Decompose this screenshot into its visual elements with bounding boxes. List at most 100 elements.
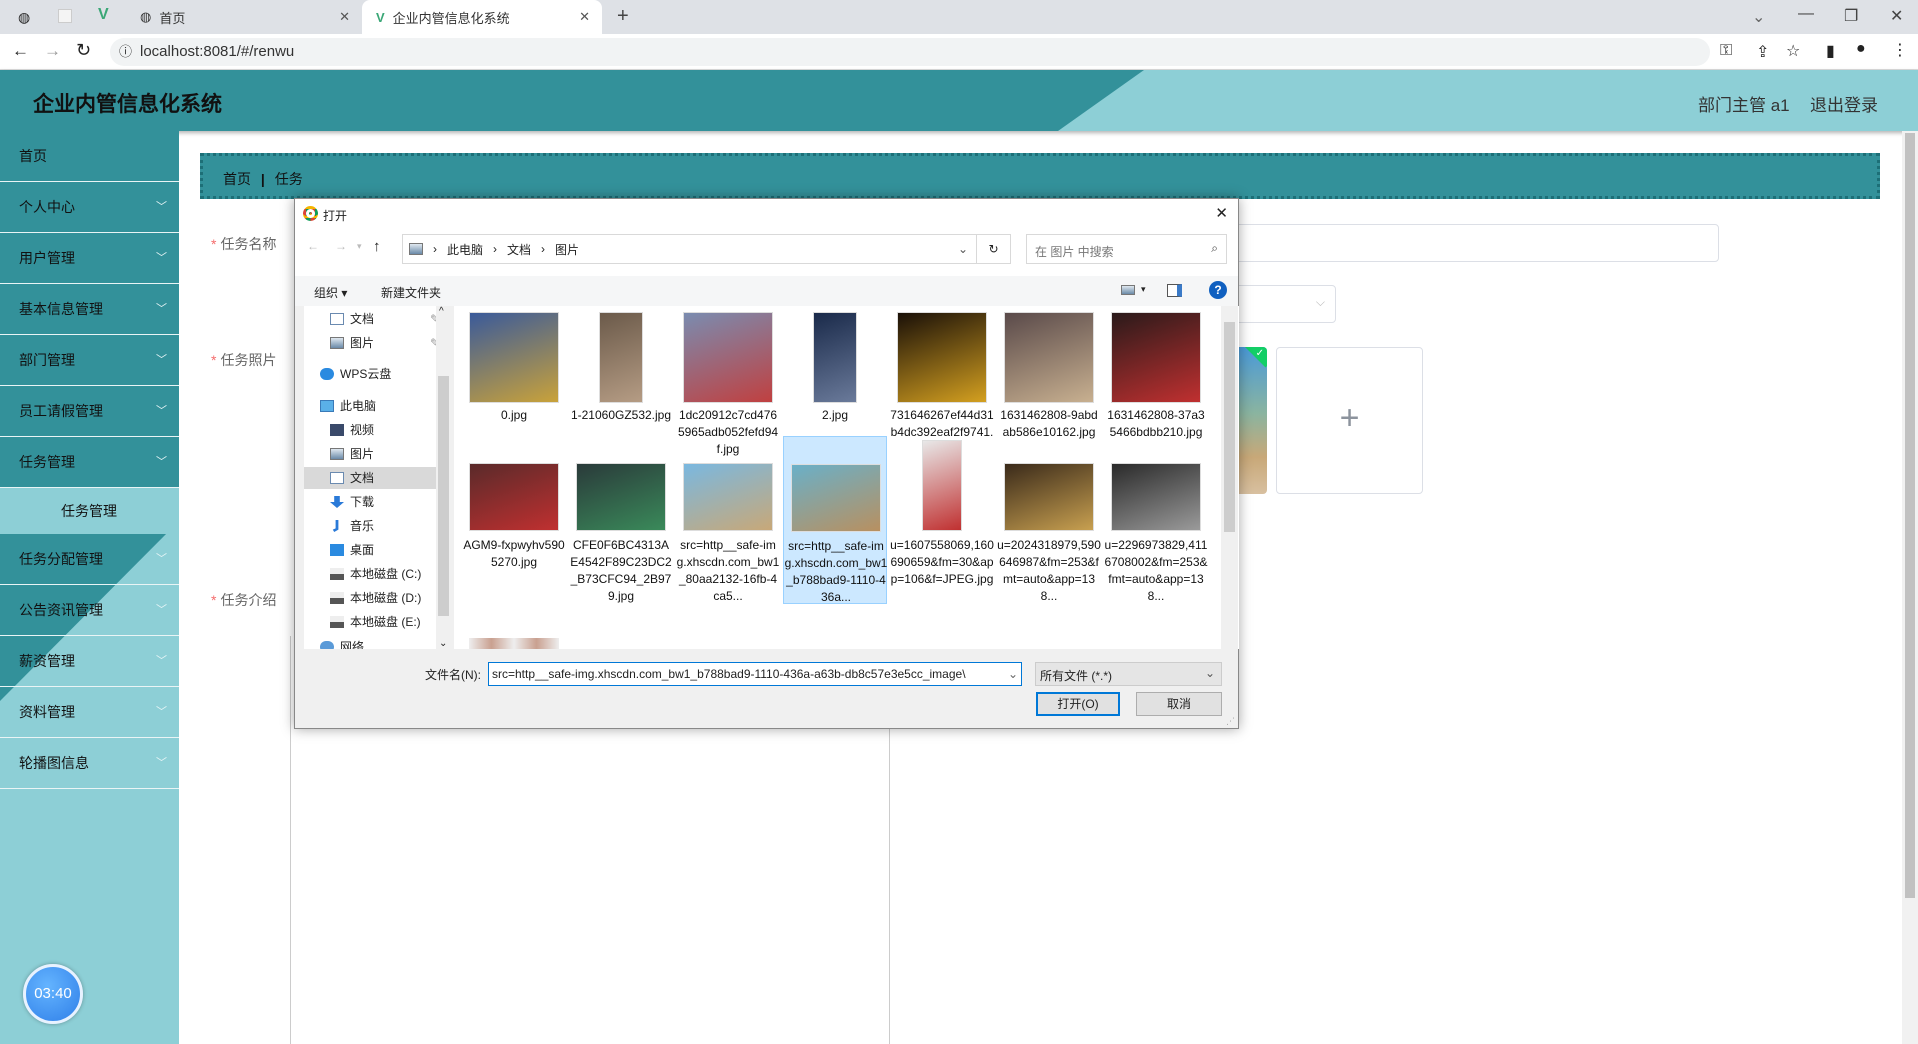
view-icon[interactable] (1121, 285, 1135, 295)
up-icon[interactable]: ↑ (373, 238, 381, 255)
chevron-down-icon[interactable]: ⌄ (958, 242, 968, 256)
file-item[interactable]: CFE0F6BC4313AE4542F89C23DC2_B73CFC94_2B9… (569, 436, 673, 604)
file-item[interactable]: u=1607558069,160690659&fm=30&app=106&f=J… (890, 436, 994, 604)
tab-system[interactable]: V 企业内管信息化系统 ✕ (362, 0, 602, 34)
filename-input[interactable]: src=http__safe-img.xhscdn.com_bw1_b788ba… (488, 662, 1022, 686)
key-icon[interactable]: ⚿ (1720, 42, 1732, 60)
nav-label: 本地磁盘 (C:) (350, 567, 422, 581)
sidebar-item[interactable]: 首页 (0, 131, 179, 182)
sidebar-item[interactable]: 员工请假管理 ﹀ (0, 386, 179, 437)
file-item[interactable]: AGM9-fxpwyhv5905270.jpg (462, 436, 566, 604)
url-input[interactable]: ⓘ localhost:8081/#/renwu (110, 38, 1710, 66)
file-item[interactable]: u=2024318979,590646987&fm=253&fmt=auto&a… (997, 436, 1101, 604)
restore-button[interactable]: ❐ (1844, 6, 1858, 26)
sidebar-item[interactable]: 部门管理 ﹀ (0, 335, 179, 386)
tab-search-icon[interactable]: ⌄ (1752, 7, 1765, 27)
scrollbar-thumb[interactable] (1905, 133, 1915, 898)
timer-badge[interactable]: 03:40 (23, 964, 83, 1024)
path-segment[interactable]: 文档 (507, 241, 531, 258)
path-segment[interactable]: 图片 (555, 241, 579, 258)
nav-item[interactable]: 本地磁盘 (E:) (330, 611, 421, 633)
share-icon[interactable]: ⇪ (1756, 42, 1769, 62)
file-scrollbar[interactable] (1221, 306, 1238, 649)
nav-item[interactable]: 下载 (330, 491, 374, 513)
nav-item[interactable]: 图片 (330, 443, 374, 465)
path-bar[interactable]: › 此电脑 › 文档 › 图片 ⌄ (402, 234, 977, 264)
nav-item[interactable]: 网络 (320, 636, 364, 649)
organize-button[interactable]: 组织 ▾ (314, 284, 347, 301)
preview-pane-icon[interactable] (1167, 284, 1182, 297)
file-item[interactable]: src=http__safe-img.xhscdn.com_bw1_b788ba… (783, 436, 887, 604)
back-icon[interactable]: ← (307, 239, 319, 253)
nav-scrollbar[interactable]: ^ ⌄ (436, 306, 451, 649)
file-item[interactable]: u=2296973829,4116708002&fm=253&fmt=auto&… (1104, 436, 1208, 604)
star-icon[interactable]: ☆ (1786, 41, 1800, 61)
scroll-up-icon[interactable]: ^ (439, 306, 444, 317)
file-type-select[interactable]: 所有文件 (*.*) ⌄ (1035, 662, 1222, 686)
scrollbar-thumb[interactable] (438, 376, 449, 616)
tab-home[interactable]: ◍ 首页 ✕ (132, 0, 362, 34)
help-icon[interactable]: ? (1209, 281, 1227, 299)
sidebar-item[interactable]: 用户管理 ﹀ (0, 233, 179, 284)
logout-button[interactable]: 退出登录 (1810, 91, 1878, 116)
globe-icon[interactable]: ◍ (18, 9, 30, 26)
minimize-button[interactable]: — (1798, 5, 1814, 23)
nav-item[interactable]: 本地磁盘 (D:) (330, 587, 421, 609)
nav-item[interactable]: 图片✎ (330, 332, 440, 354)
sidepanel-icon[interactable]: ▮ (1826, 41, 1835, 61)
sidebar-item[interactable]: 资料管理 ﹀ (0, 687, 179, 738)
nav-item[interactable]: 本地磁盘 (C:) (330, 563, 421, 585)
close-icon[interactable]: ✕ (1215, 204, 1228, 222)
profile-icon[interactable]: ● (1856, 40, 1866, 58)
open-button[interactable]: 打开(O) (1036, 692, 1120, 716)
search-input[interactable]: 在 图片 中搜索 ⌕ (1026, 234, 1227, 264)
view-chevron-icon[interactable]: ▾ (1141, 284, 1146, 295)
filename-label: 文件名(N): (425, 668, 481, 682)
vue-icon[interactable]: V (98, 6, 109, 24)
chevron-down-icon[interactable]: ⌄ (1005, 663, 1021, 685)
breadcrumb-home[interactable]: 首页 (223, 171, 251, 187)
recent-chevron-icon[interactable]: ▾ (357, 241, 362, 252)
reload-icon[interactable]: ↻ (76, 40, 91, 61)
task-name-input[interactable] (1200, 224, 1719, 262)
scrollbar-thumb[interactable] (1224, 322, 1235, 532)
close-window-button[interactable]: ✕ (1890, 6, 1903, 26)
new-folder-button[interactable]: 新建文件夹 (381, 284, 441, 301)
upload-add-button[interactable]: + (1276, 347, 1423, 494)
file-name: u=2296973829,4116708002&fm=253&fmt=auto&… (1104, 538, 1208, 603)
sidebar-item[interactable]: 薪资管理 ﹀ (0, 636, 179, 687)
sidebar-item[interactable]: 个人中心 ﹀ (0, 182, 179, 233)
page-scrollbar[interactable] (1902, 131, 1918, 1044)
new-tab-button[interactable]: + (617, 5, 629, 28)
forward-icon[interactable]: → (335, 239, 347, 253)
sidebar-item[interactable]: 轮播图信息 ﹀ (0, 738, 179, 789)
forward-icon[interactable]: → (44, 41, 61, 61)
nav-item[interactable]: 此电脑 (320, 395, 376, 417)
close-icon[interactable]: ✕ (579, 9, 590, 25)
path-segment[interactable]: 此电脑 (447, 241, 483, 258)
nav-item[interactable]: 桌面 (330, 539, 374, 561)
nav-item[interactable]: WPS云盘 (320, 363, 391, 385)
sidebar-item[interactable]: 基本信息管理 ﹀ (0, 284, 179, 335)
nav-item[interactable]: 文档✎ (330, 308, 440, 330)
menu-icon[interactable]: ⋮ (1892, 40, 1908, 60)
page-icon[interactable] (58, 9, 72, 23)
resize-grip-icon[interactable]: ⋰ (1226, 716, 1235, 727)
nav-item[interactable]: 视频 (330, 419, 374, 441)
back-icon[interactable]: ← (12, 41, 29, 61)
file-item[interactable]: src=http__safe-img.xhscdn.com_bw1_80aa21… (676, 436, 780, 604)
sidebar-item[interactable]: 任务管理 ﹀ (0, 437, 179, 488)
file-thumbnail (469, 312, 559, 403)
sidebar-item[interactable]: 任务分配管理 ﹀ (0, 534, 179, 585)
sidebar-item[interactable]: 公告资讯管理 ﹀ (0, 585, 179, 636)
file-thumbnail (576, 463, 666, 531)
cancel-button[interactable]: 取消 (1136, 692, 1222, 716)
refresh-button[interactable]: ↻ (977, 234, 1011, 264)
address-bar-row: ← → ↻ ⓘ localhost:8081/#/renwu ⚿ ⇪ ☆ ▮ ● … (0, 34, 1918, 70)
file-thumbnail (791, 464, 881, 532)
nav-item[interactable]: 文档 (304, 467, 436, 489)
sidebar-subitem-task-management[interactable]: 任务管理 (0, 488, 179, 534)
nav-item[interactable]: 音乐 (330, 515, 374, 537)
scroll-down-icon[interactable]: ⌄ (439, 638, 447, 649)
close-icon[interactable]: ✕ (339, 9, 350, 25)
